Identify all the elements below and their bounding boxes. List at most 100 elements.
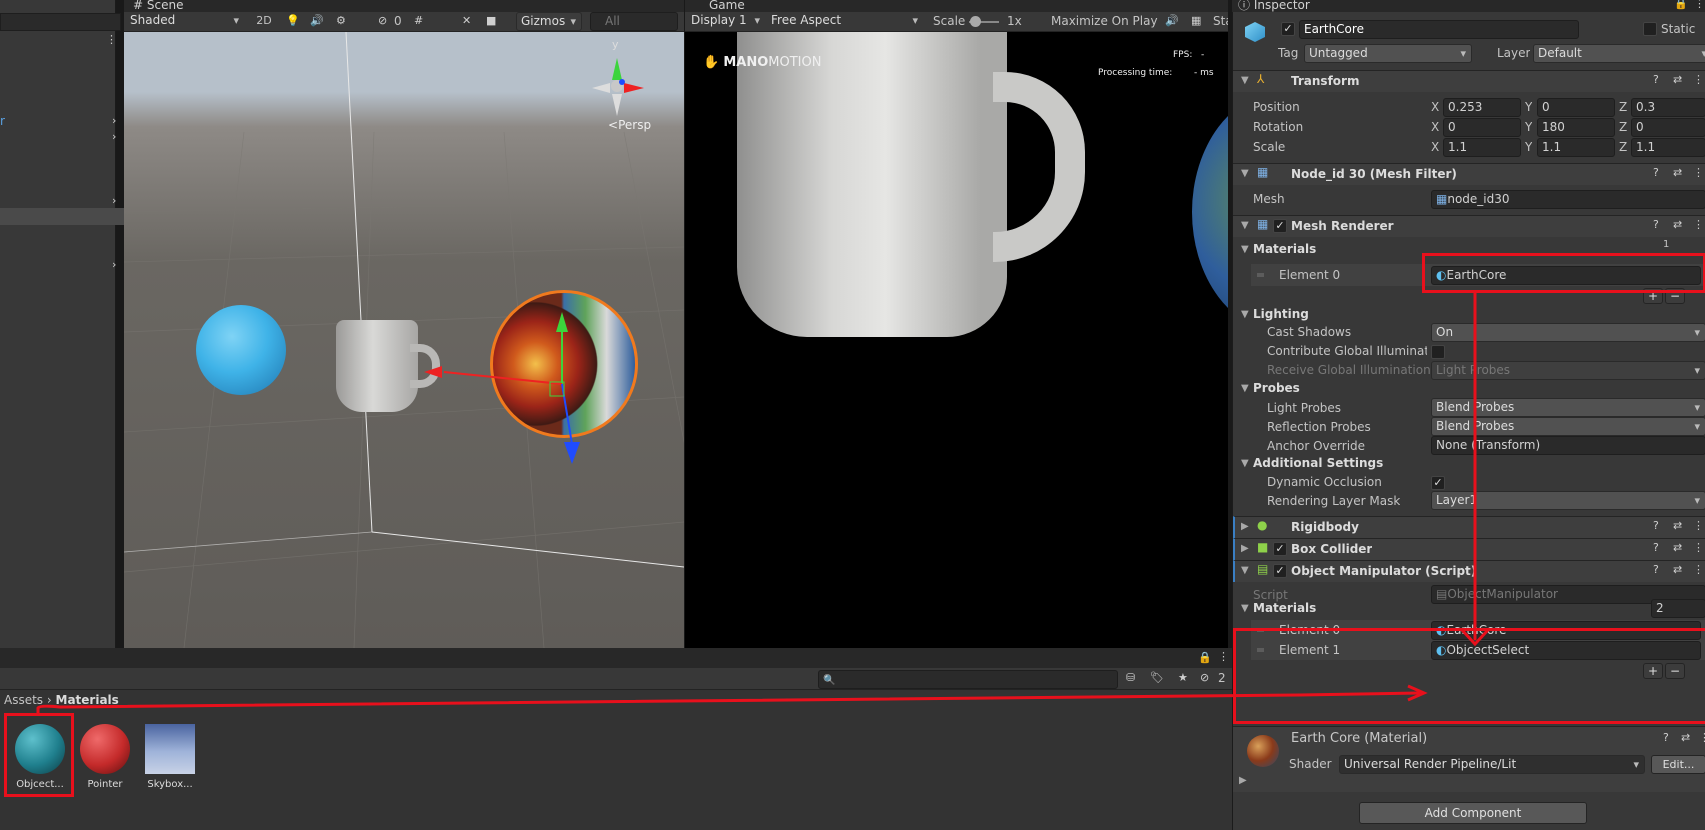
drag-handle-icon[interactable]: ═ <box>1257 266 1264 284</box>
add-component-button[interactable]: Add Component <box>1359 802 1587 824</box>
stats-grid-icon[interactable]: ▦ <box>1191 14 1201 27</box>
component-more-icon[interactable]: ⋮ <box>1693 563 1704 576</box>
rotation-x-field[interactable]: 0 <box>1443 118 1521 137</box>
expand-arrow-icon[interactable]: › <box>112 130 116 143</box>
expand-arrow-icon[interactable]: › <box>112 258 116 271</box>
additional-settings-foldout-icon[interactable]: ▼ <box>1241 458 1249 469</box>
help-icon[interactable]: ? <box>1653 519 1659 532</box>
orientation-gizmo[interactable] <box>582 48 652 118</box>
object-manipulator-enabled-checkbox[interactable]: ✓ <box>1273 564 1287 578</box>
expand-arrow-icon[interactable]: ▶ <box>1239 775 1247 786</box>
inspector-more-icon[interactable]: ⋮ <box>1694 0 1705 10</box>
scene-search-input[interactable]: All <box>590 12 678 31</box>
preset-icon[interactable]: ⇄ <box>1673 166 1682 179</box>
object-manipulator-header[interactable]: ▼ ▤ ✓ Object Manipulator (Script) ? ⇄ ⋮ <box>1233 560 1705 582</box>
lighting-foldout-icon[interactable]: ▼ <box>1241 309 1249 320</box>
collapse-arrow-icon[interactable]: ▼ <box>1241 220 1249 231</box>
dynamic-occlusion-checkbox[interactable]: ✓ <box>1431 476 1445 490</box>
preset-icon[interactable]: ⇄ <box>1673 563 1682 576</box>
stats-toggle[interactable]: Sta <box>1213 12 1228 30</box>
hierarchy-selected-row[interactable] <box>0 208 124 225</box>
help-icon[interactable]: ? <box>1663 731 1669 744</box>
2d-toggle[interactable]: 2D <box>252 12 276 30</box>
tag-dropdown[interactable]: Untagged <box>1304 44 1472 63</box>
scene-viewport[interactable]: y <Persp <box>124 32 684 648</box>
display-dropdown[interactable]: Display 1 <box>687 12 765 31</box>
camera-icon[interactable]: ■ <box>486 14 496 27</box>
contribute-gi-checkbox[interactable] <box>1431 345 1445 359</box>
preset-icon[interactable]: ⇄ <box>1673 218 1682 231</box>
audio-icon[interactable]: 🔊 <box>310 14 324 27</box>
persp-label[interactable]: <Persp <box>608 116 651 134</box>
aspect-dropdown[interactable]: Free Aspect <box>767 12 923 31</box>
game-viewport[interactable]: ✋ MANOMOTION FPS: - Processing time: - m… <box>685 32 1228 648</box>
mesh-renderer-header[interactable]: ▼ ▦ ✓ Mesh Renderer ? ⇄ ⋮ <box>1233 215 1705 237</box>
collapse-arrow-icon[interactable]: ▼ <box>1241 565 1249 576</box>
expand-arrow-icon[interactable]: ▶ <box>1241 521 1249 532</box>
materials-foldout-icon[interactable]: ▼ <box>1241 244 1249 255</box>
component-more-icon[interactable]: ⋮ <box>1693 541 1704 554</box>
favorite-icon[interactable]: ★ <box>1178 671 1188 684</box>
mr-materials-count[interactable]: 1 <box>1663 236 1669 254</box>
om-materials-count-field[interactable]: 2 <box>1651 599 1705 618</box>
reflection-probes-dropdown[interactable]: Blend Probes <box>1431 417 1705 436</box>
gizmos-dropdown[interactable]: Gizmos <box>516 12 582 31</box>
filter-label-icon[interactable]: 🏷 <box>1150 671 1164 684</box>
light-probes-dropdown[interactable]: Blend Probes <box>1431 398 1705 417</box>
position-z-field[interactable]: 0.3 <box>1631 98 1705 117</box>
expand-arrow-icon[interactable]: ▶ <box>1241 543 1249 554</box>
tools-icon[interactable]: ✕ <box>462 14 471 27</box>
preset-icon[interactable]: ⇄ <box>1681 731 1690 744</box>
preset-icon[interactable]: ⇄ <box>1673 519 1682 532</box>
asset-item[interactable]: Pointer <box>77 722 133 796</box>
om-materials-foldout-icon[interactable]: ▼ <box>1241 603 1249 614</box>
position-x-field[interactable]: 0.253 <box>1443 98 1521 117</box>
expand-arrow-icon[interactable]: › <box>112 194 116 207</box>
component-more-icon[interactable]: ⋮ <box>1699 731 1705 744</box>
effects-icon[interactable]: ⚙ <box>336 14 346 27</box>
expand-arrow-icon[interactable]: › <box>112 114 116 127</box>
collapse-arrow-icon[interactable]: ▼ <box>1241 75 1249 86</box>
breadcrumb-current[interactable]: Materials <box>56 693 119 707</box>
mesh-object-field[interactable]: ▦node_id30 <box>1431 190 1705 209</box>
static-label[interactable]: Static <box>1661 20 1695 38</box>
box-collider-enabled-checkbox[interactable]: ✓ <box>1273 542 1287 556</box>
active-checkbox[interactable]: ✓ <box>1281 22 1295 36</box>
preset-icon[interactable]: ⇄ <box>1673 541 1682 554</box>
lock-icon[interactable]: 🔒 <box>1674 0 1688 10</box>
filter-type-icon[interactable]: ⛁ <box>1126 671 1135 684</box>
move-gizmo[interactable] <box>124 32 684 648</box>
mesh-filter-header[interactable]: ▼ ▦ Node_id 30 (Mesh Filter) ? ⇄ ⋮ <box>1233 163 1705 185</box>
layer-dropdown[interactable]: Default <box>1533 44 1705 63</box>
help-icon[interactable]: ? <box>1653 541 1659 554</box>
hierarchy-item[interactable]: r <box>0 112 5 130</box>
scale-x-field[interactable]: 1.1 <box>1443 138 1521 157</box>
shader-dropdown[interactable]: Universal Render Pipeline/Lit <box>1339 755 1645 774</box>
cast-shadows-dropdown[interactable]: On <box>1431 323 1705 342</box>
mute-audio-icon[interactable]: 🔊 <box>1165 14 1179 27</box>
maximize-on-play-toggle[interactable]: Maximize On Play <box>1051 12 1158 30</box>
rigidbody-header[interactable]: ▶ ● Rigidbody ? ⇄ ⋮ <box>1233 516 1705 538</box>
box-collider-header[interactable]: ▶ ■ ✓ Box Collider ? ⇄ ⋮ <box>1233 538 1705 560</box>
component-more-icon[interactable]: ⋮ <box>1693 73 1704 86</box>
hierarchy-more-icon[interactable]: ⋮ <box>106 33 117 46</box>
shading-mode-dropdown[interactable]: Shaded <box>126 12 244 31</box>
rendering-layer-dropdown[interactable]: Layer1 <box>1431 491 1705 510</box>
probes-foldout-icon[interactable]: ▼ <box>1241 383 1249 394</box>
component-more-icon[interactable]: ⋮ <box>1693 519 1704 532</box>
scene-visibility-icon[interactable]: ⊘ <box>378 14 387 27</box>
mesh-renderer-enabled-checkbox[interactable]: ✓ <box>1273 219 1287 233</box>
project-more-icon[interactable]: ⋮ <box>1218 650 1229 663</box>
hierarchy-search[interactable] <box>0 13 121 31</box>
static-checkbox[interactable] <box>1643 22 1657 36</box>
lighting-icon[interactable]: 💡 <box>286 14 300 27</box>
scale-slider-knob[interactable] <box>970 16 981 27</box>
object-name-input[interactable]: EarthCore <box>1299 20 1579 39</box>
help-icon[interactable]: ? <box>1653 563 1659 576</box>
asset-item[interactable]: Skybox... <box>142 722 198 796</box>
shader-edit-button[interactable]: Edit... <box>1651 755 1705 774</box>
collapse-arrow-icon[interactable]: ▼ <box>1241 168 1249 179</box>
help-icon[interactable]: ? <box>1653 166 1659 179</box>
help-icon[interactable]: ? <box>1653 73 1659 86</box>
component-more-icon[interactable]: ⋮ <box>1693 218 1704 231</box>
